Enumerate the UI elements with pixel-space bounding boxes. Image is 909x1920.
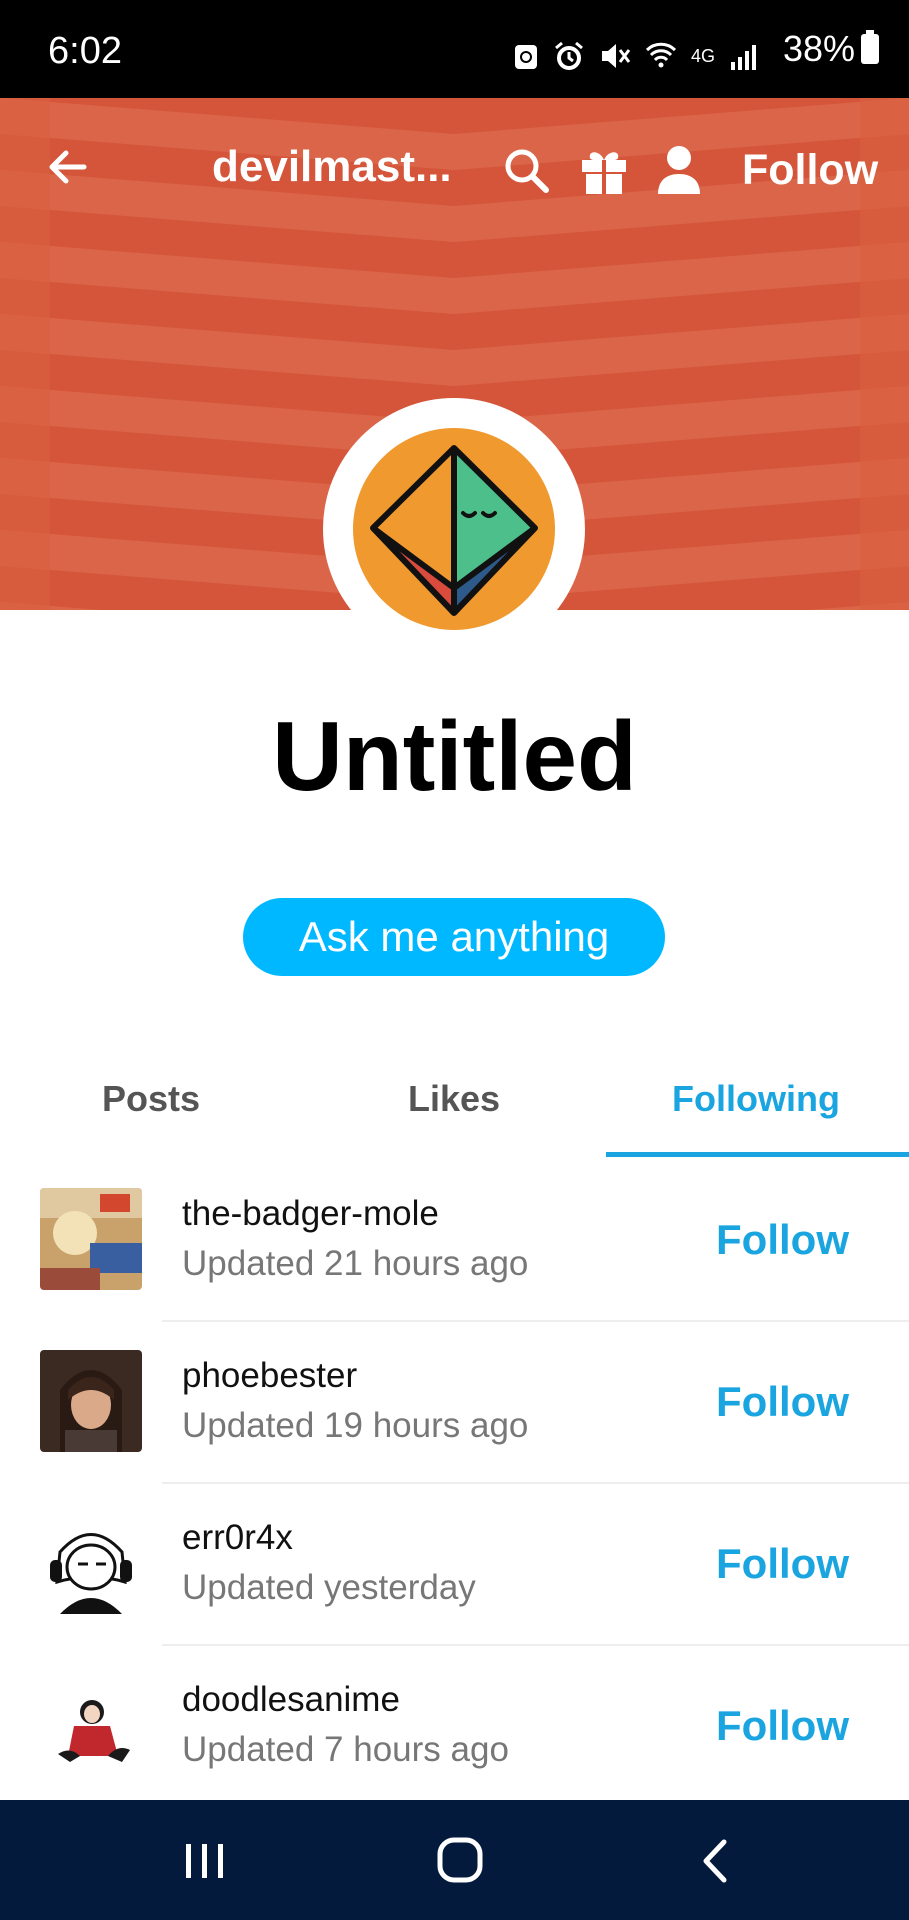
search-icon[interactable]: [502, 146, 552, 196]
account-icon[interactable]: [656, 144, 702, 194]
updated-time: Updated 7 hours ago: [182, 1730, 509, 1769]
ask-me-anything-button[interactable]: Ask me anything: [243, 898, 665, 976]
blog-avatar-image: [40, 1188, 142, 1290]
blog-name: err0r4x: [182, 1518, 293, 1557]
updated-time: Updated yesterday: [182, 1568, 476, 1607]
avatar[interactable]: [40, 1188, 142, 1290]
battery-icon: [861, 30, 879, 64]
follow-button[interactable]: Follow: [716, 1216, 849, 1264]
avatar[interactable]: [40, 1512, 142, 1614]
alarm-icon: [555, 41, 583, 70]
blog-name: the-badger-mole: [182, 1194, 439, 1233]
recycle-icon: [514, 45, 537, 69]
system-nav-bar: [0, 1800, 909, 1920]
avatar[interactable]: [40, 1350, 142, 1452]
updated-time: Updated 21 hours ago: [182, 1244, 529, 1283]
back-arrow-icon[interactable]: [44, 143, 92, 191]
tab-posts[interactable]: Posts: [102, 1078, 200, 1120]
blog-name: phoebester: [182, 1356, 358, 1395]
status-icons: 4G: [513, 40, 759, 72]
mute-icon: [601, 44, 631, 68]
follow-blog-button[interactable]: Follow: [742, 146, 878, 195]
avatar[interactable]: [40, 1674, 142, 1776]
list-item[interactable]: err0r4x Updated yesterday Follow: [0, 1484, 909, 1646]
active-tab-indicator: [606, 1152, 909, 1157]
blog-avatar-image: [40, 1674, 142, 1776]
avatar-frame: [323, 398, 585, 660]
follow-button[interactable]: Follow: [716, 1378, 849, 1426]
list-item[interactable]: the-badger-mole Updated 21 hours ago Fol…: [0, 1160, 909, 1322]
blog-name: doodlesanime: [182, 1680, 400, 1719]
recent-apps-icon[interactable]: [174, 1836, 234, 1886]
wifi-icon: [645, 42, 677, 68]
status-bar: 6:02 4G 38%: [0, 0, 909, 98]
blog-title[interactable]: devilmast...: [212, 142, 452, 192]
back-nav-icon[interactable]: [686, 1836, 746, 1886]
avatar[interactable]: [353, 428, 555, 630]
blog-avatar-image: [40, 1350, 142, 1452]
octahedron-avatar-icon: [370, 445, 538, 616]
gift-icon[interactable]: [578, 144, 630, 196]
blog-avatar-image: [40, 1512, 142, 1614]
profile-tabs: Posts Likes Following: [0, 1040, 909, 1158]
list-item[interactable]: doodlesanime Updated 7 hours ago Follow: [0, 1646, 909, 1808]
follow-button[interactable]: Follow: [716, 1702, 849, 1750]
network-type: 4G: [690, 45, 715, 66]
signal-icon: [731, 45, 756, 70]
home-icon[interactable]: [430, 1836, 490, 1886]
battery-percent: 38%: [782, 28, 855, 69]
battery-indicator: 38%: [783, 28, 879, 70]
tab-following[interactable]: Following: [672, 1078, 840, 1120]
updated-time: Updated 19 hours ago: [182, 1406, 529, 1445]
list-item[interactable]: phoebester Updated 19 hours ago Follow: [0, 1322, 909, 1484]
tab-likes[interactable]: Likes: [408, 1078, 500, 1120]
blog-name-heading: Untitled: [272, 701, 637, 811]
follow-button[interactable]: Follow: [716, 1540, 849, 1588]
status-time: 6:02: [48, 30, 122, 72]
top-bar: devilmast... Follow: [0, 98, 909, 242]
